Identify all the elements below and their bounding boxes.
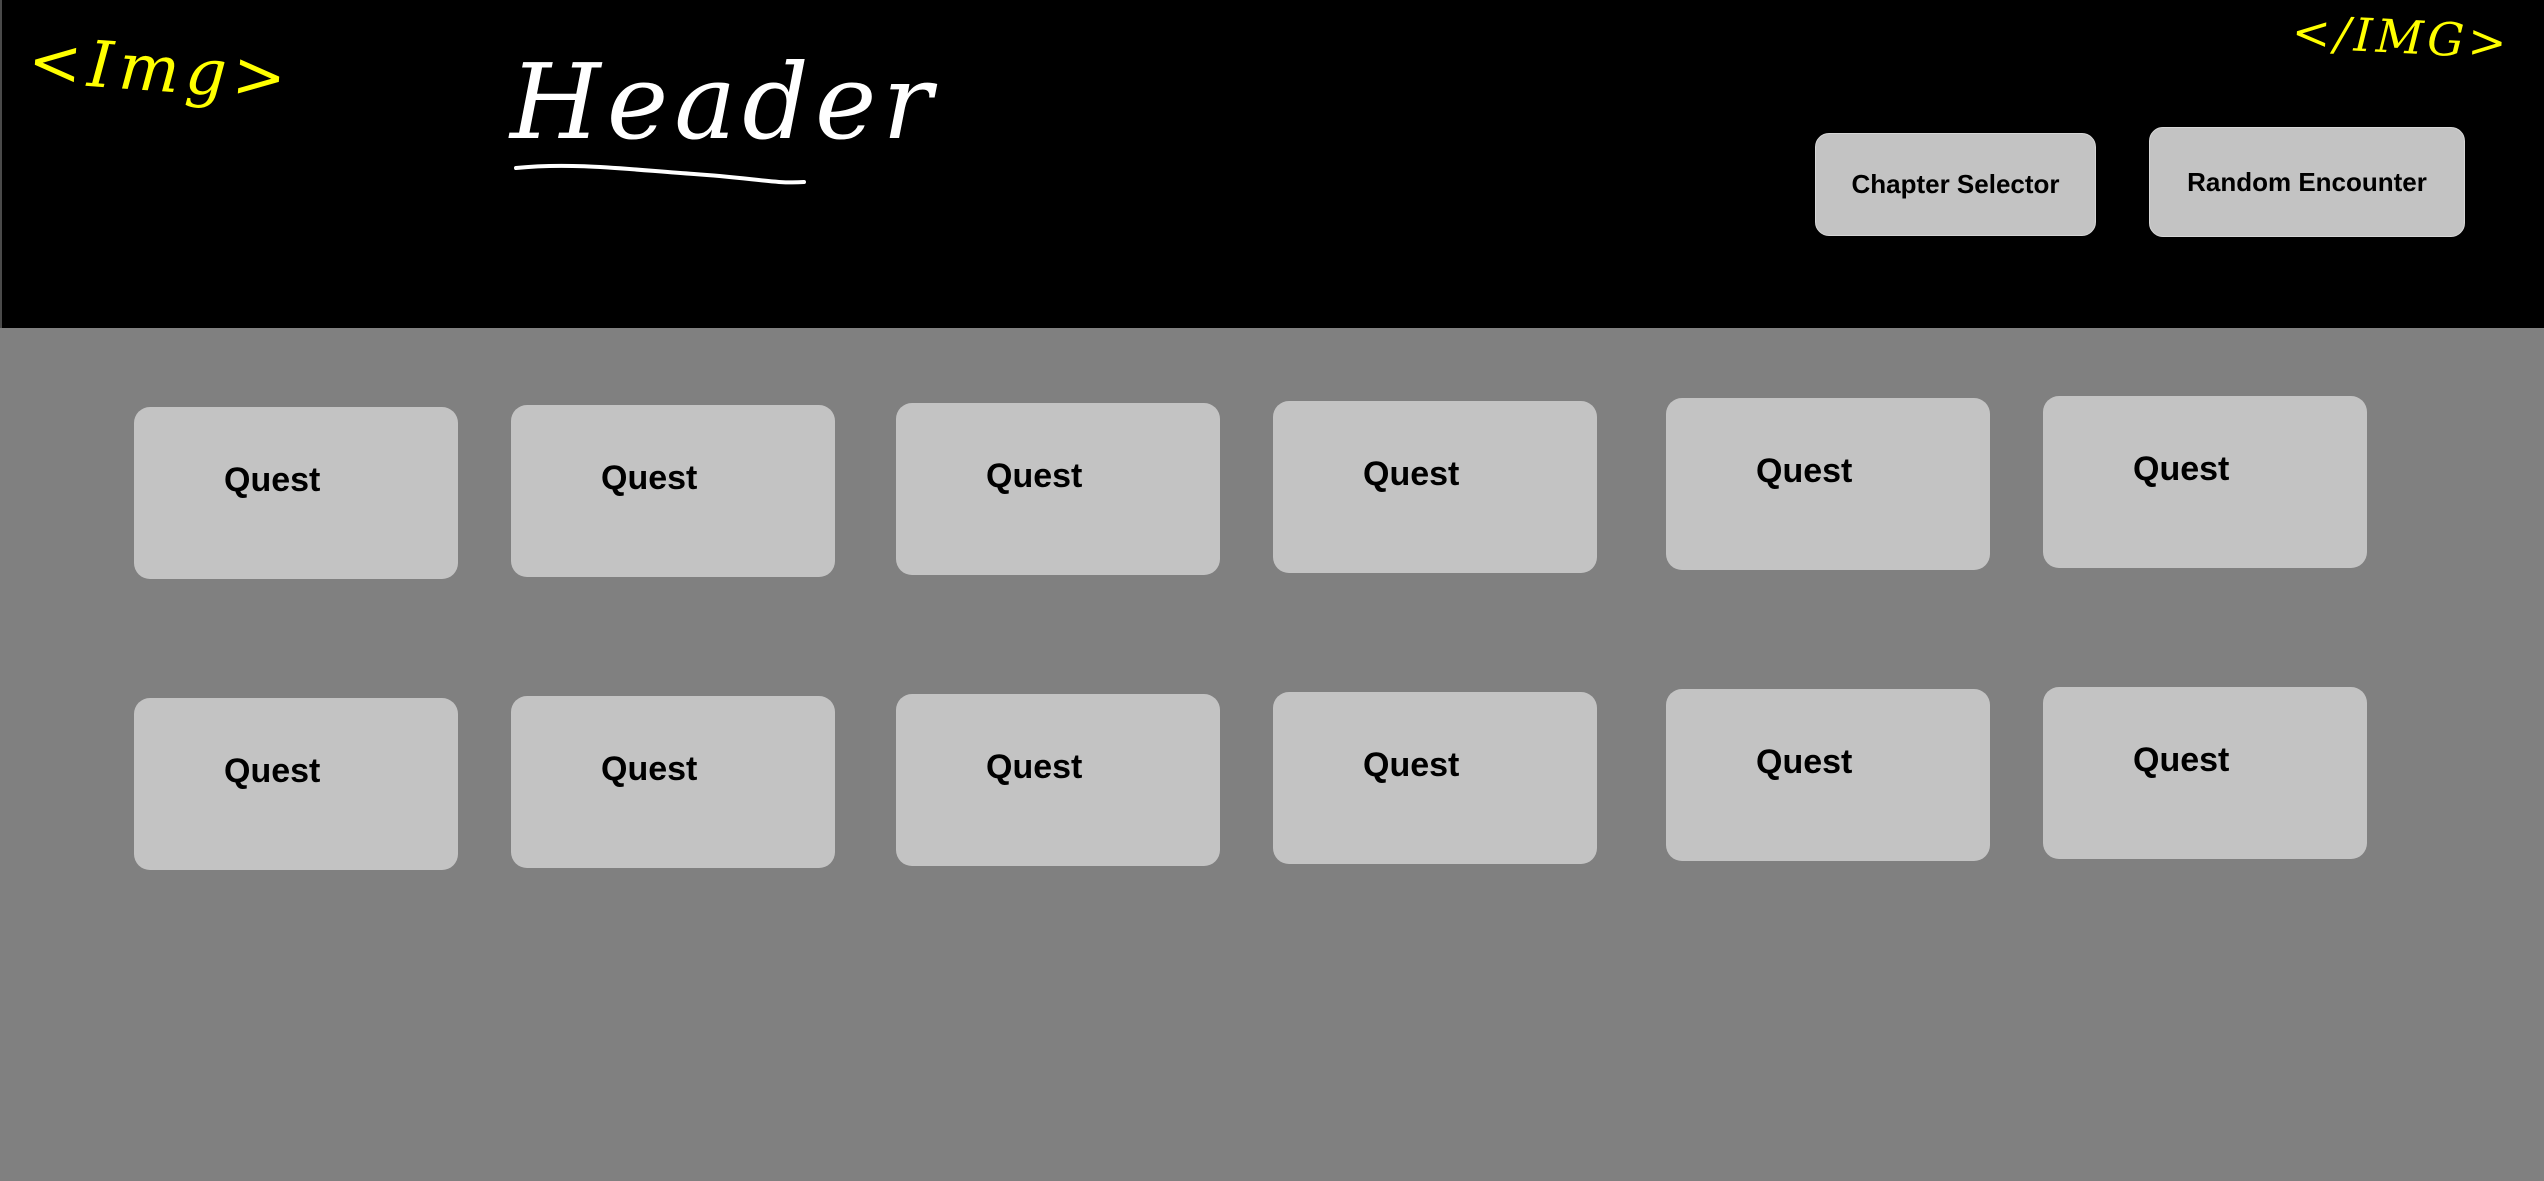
quest-card[interactable]: Quest: [1273, 692, 1597, 864]
header-edge-divider: [0, 0, 2, 328]
quest-card[interactable]: Quest: [2043, 687, 2367, 859]
quest-label: Quest: [1363, 455, 1460, 493]
quest-label: Quest: [2133, 450, 2230, 488]
quest-label: Quest: [1363, 746, 1460, 784]
quest-label: Quest: [1756, 743, 1853, 781]
quest-card[interactable]: Quest: [511, 696, 835, 868]
quest-card[interactable]: Quest: [1666, 398, 1990, 570]
quest-label: Quest: [1756, 452, 1853, 490]
quest-card[interactable]: Quest: [134, 698, 458, 870]
random-encounter-button[interactable]: Random Encounter: [2149, 127, 2465, 237]
quest-label: Quest: [986, 748, 1083, 786]
quest-card[interactable]: Quest: [896, 694, 1220, 866]
logo-left-placeholder: <Img>: [25, 23, 295, 117]
quest-card[interactable]: Quest: [896, 403, 1220, 575]
page-title: Header: [510, 41, 939, 163]
quest-label: Quest: [224, 752, 321, 790]
quest-label: Quest: [601, 750, 698, 788]
quest-card[interactable]: Quest: [134, 407, 458, 579]
quest-card[interactable]: Quest: [511, 405, 835, 577]
chapter-selector-button[interactable]: Chapter Selector: [1815, 133, 2096, 236]
quest-label: Quest: [986, 457, 1083, 495]
quest-label: Quest: [601, 459, 698, 497]
quest-card[interactable]: Quest: [1273, 401, 1597, 573]
header-bar: <Img> Header </IMG> Chapter Selector Ran…: [0, 0, 2544, 328]
title-underline: [514, 163, 806, 185]
quest-label: Quest: [224, 461, 321, 499]
quest-card[interactable]: Quest: [1666, 689, 1990, 861]
logo-right-placeholder: </IMG>: [2290, 4, 2512, 70]
quest-card[interactable]: Quest: [2043, 396, 2367, 568]
quest-label: Quest: [2133, 741, 2230, 779]
